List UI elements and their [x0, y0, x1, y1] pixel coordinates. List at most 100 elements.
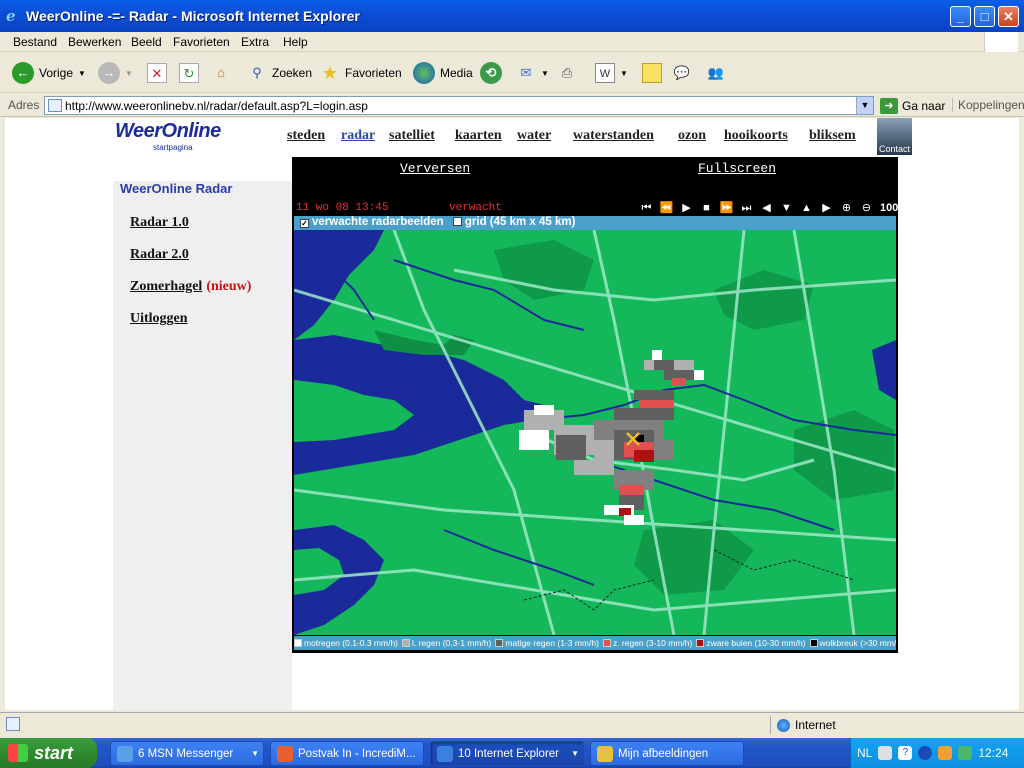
search-button[interactable]: ⚲ Zoeken	[247, 60, 312, 86]
menu-bewerken[interactable]: Bewerken	[68, 35, 121, 49]
discuss-button[interactable]: 💬	[672, 60, 692, 86]
edit-button[interactable]: W ▼	[595, 60, 628, 86]
nav-steden[interactable]: steden	[287, 128, 325, 144]
windows-logo-icon	[984, 32, 1018, 52]
address-url[interactable]: http://www.weeronlinebv.nl/radar/default…	[65, 99, 368, 113]
go-button[interactable]: ➜ Ga naar	[880, 96, 945, 115]
legend-swatch	[495, 639, 504, 647]
menu-bestand[interactable]: Bestand	[13, 35, 57, 49]
pan-right-icon[interactable]: ▶	[818, 201, 835, 215]
nav-water[interactable]: water	[517, 128, 551, 144]
refresh-button[interactable]: ↻	[179, 60, 199, 86]
task-mijn-afbeeldingen[interactable]: Mijn afbeeldingen	[590, 741, 744, 766]
forward-button[interactable]: → ▼	[98, 60, 133, 86]
chevron-down-icon[interactable]: ▼	[125, 69, 133, 78]
network-icon[interactable]	[958, 746, 973, 760]
grid-checkbox[interactable]	[452, 217, 462, 226]
print-button[interactable]: ⎙	[557, 60, 577, 86]
nav-satelliet[interactable]: satelliet	[389, 128, 435, 144]
pan-left-icon[interactable]: ◀	[758, 201, 775, 215]
toolbar: ← Vorige ▼ → ▼ ✕ ↻ ⌂ ⚲ Zoeken ★ Favoriet…	[0, 53, 1024, 93]
expand-tray-icon[interactable]	[918, 746, 933, 760]
address-bar: Adres http://www.weeronlinebv.nl/radar/d…	[0, 94, 1024, 117]
legend-item: matige regen (1-3 mm/h)	[495, 638, 599, 648]
sidebar: WeerOnline Radar Radar 1.0 Radar 2.0 Zom…	[113, 181, 292, 710]
search-icon: ⚲	[252, 65, 262, 80]
sidebar-item-radar-2[interactable]: Radar 2.0	[130, 247, 189, 263]
radar-map-image	[294, 230, 896, 635]
close-button[interactable]: ✕	[998, 6, 1019, 27]
back-button[interactable]: ← Vorige ▼	[12, 60, 86, 86]
note-button[interactable]	[642, 60, 662, 86]
fast-forward-icon[interactable]: ⏩	[718, 201, 735, 215]
nav-hooikoorts[interactable]: hooikoorts	[724, 128, 788, 144]
radar-options: ✓ verwachte radarbeelden grid (45 km x 45…	[294, 216, 896, 230]
sidebar-item-zomerhagel[interactable]: Zomerhagel	[130, 279, 202, 294]
language-indicator[interactable]: NL	[857, 746, 872, 760]
go-arrow-icon: ➜	[880, 97, 898, 114]
stop-icon: ✕	[147, 63, 167, 83]
media-button[interactable]: Media	[413, 60, 473, 86]
nav-radar[interactable]: radar	[341, 128, 375, 144]
refresh-link[interactable]: Verversen	[400, 161, 470, 176]
address-input[interactable]: http://www.weeronlinebv.nl/radar/default…	[44, 96, 874, 115]
chevron-down-icon[interactable]: ▼	[620, 69, 628, 78]
favorites-button[interactable]: ★ Favorieten	[320, 60, 402, 86]
windows-flag-icon	[8, 744, 28, 762]
sidebar-item-radar-1[interactable]: Radar 1.0	[130, 215, 189, 231]
keyboard-icon[interactable]	[878, 746, 893, 760]
home-button[interactable]: ⌂	[211, 60, 231, 86]
task-internet-explorer[interactable]: 10 Internet Explorer ▼	[430, 741, 584, 766]
first-frame-icon[interactable]: ⏮	[638, 201, 655, 215]
zoom-level: 100	[880, 202, 899, 214]
sidebar-item-uitloggen[interactable]: Uitloggen	[130, 311, 188, 327]
maximize-button[interactable]: □	[974, 6, 995, 27]
pan-down-icon[interactable]: ▼	[778, 201, 795, 215]
menu-extra[interactable]: Extra	[241, 35, 269, 49]
chevron-down-icon[interactable]: ▼	[856, 97, 873, 114]
mail-button[interactable]: ✉ ▼	[516, 60, 549, 86]
back-arrow-icon: ←	[12, 62, 34, 84]
radar-map[interactable]	[294, 230, 896, 635]
messenger-button[interactable]: 👥	[706, 60, 726, 86]
nav-bliksem[interactable]: bliksem	[809, 128, 856, 144]
zoom-out-icon[interactable]: ⊖	[858, 201, 875, 215]
links-button[interactable]: Koppelingen	[952, 98, 1024, 112]
nav-ozon[interactable]: ozon	[678, 128, 706, 144]
minimize-button[interactable]: _	[950, 6, 971, 27]
notification-icon[interactable]	[938, 746, 953, 760]
zoom-in-icon[interactable]: ⊕	[838, 201, 855, 215]
printer-icon: ⎙	[561, 65, 573, 80]
play-icon[interactable]: ▶	[678, 201, 695, 215]
stop-button[interactable]: ✕	[147, 60, 167, 86]
fullscreen-link[interactable]: Fullscreen	[698, 161, 776, 176]
chevron-down-icon[interactable]: ▼	[78, 69, 86, 78]
home-icon: ⌂	[217, 65, 225, 80]
menu-beeld[interactable]: Beeld	[131, 35, 162, 49]
menu-help[interactable]: Help	[283, 35, 308, 49]
contact-button[interactable]: Contact	[877, 118, 912, 155]
start-button[interactable]: start	[0, 738, 97, 768]
legend-swatch	[696, 639, 705, 647]
pan-up-icon[interactable]: ▲	[798, 201, 815, 215]
playback-controls: ⏮ ⏪ ▶ ■ ⏩ ⏭ ◀ ▼ ▲ ▶ ⊕ ⊖ 100	[638, 201, 899, 215]
address-label: Adres	[8, 98, 40, 112]
rewind-icon[interactable]: ⏪	[658, 201, 675, 215]
task-msn-messenger[interactable]: 6 MSN Messenger ▼	[110, 741, 264, 766]
grid-label: grid (45 km x 45 km)	[464, 216, 576, 228]
menu-favorieten[interactable]: Favorieten	[173, 35, 230, 49]
title-bar[interactable]: e WeerOnline -=- Radar - Microsoft Inter…	[0, 0, 1024, 32]
help-icon[interactable]: ?	[898, 746, 913, 760]
nav-waterstanden[interactable]: waterstanden	[573, 128, 654, 144]
discuss-icon: 💬	[673, 65, 691, 80]
star-icon: ★	[321, 63, 339, 83]
chevron-down-icon[interactable]: ▼	[541, 69, 549, 78]
weeronline-logo[interactable]: WeerOnline startpagina	[115, 120, 245, 152]
stop-icon[interactable]: ■	[698, 201, 715, 215]
task-incredimail[interactable]: Postvak In - IncrediM...	[270, 741, 424, 766]
history-button[interactable]: ⟲	[480, 60, 502, 86]
nav-kaarten[interactable]: kaarten	[455, 128, 502, 144]
expected-images-checkbox[interactable]: ✓	[300, 219, 309, 228]
last-frame-icon[interactable]: ⏭	[738, 201, 755, 215]
word-icon: W	[595, 63, 615, 83]
